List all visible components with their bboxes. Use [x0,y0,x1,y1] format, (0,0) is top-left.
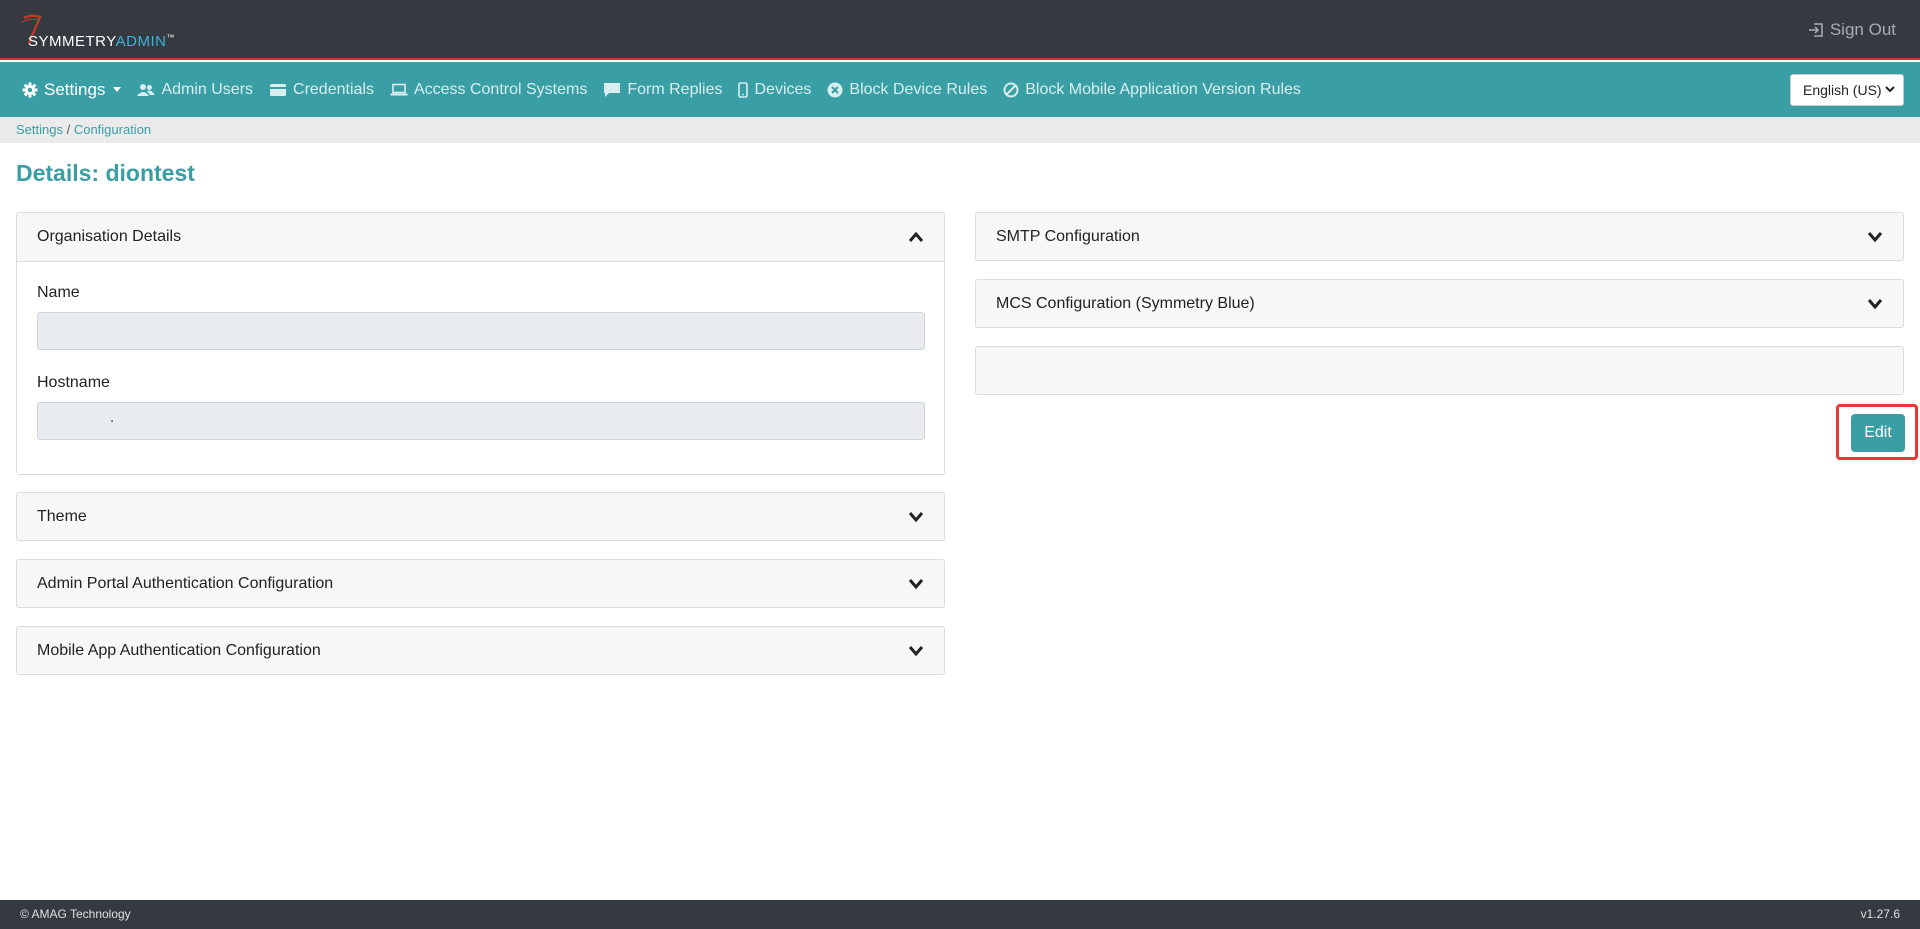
organisation-details-panel: Organisation Details Name Hostname . [16,212,945,475]
admin-auth-panel: Admin Portal Authentication Configuratio… [16,559,945,608]
page-title: Details: diontest [16,160,195,186]
smtp-title: SMTP Configuration [996,228,1140,245]
chevron-down-icon [1885,86,1895,93]
gear-icon [22,82,38,97]
logo-text: SYMMETRYADMIN™ [28,33,175,50]
nav-admin-users-label: Admin Users [161,80,254,98]
sign-out-link[interactable]: Sign Out [1808,20,1896,40]
edit-button[interactable]: Edit [1851,414,1905,452]
card-icon [270,83,287,96]
admin-auth-title: Admin Portal Authentication Configuratio… [37,575,334,592]
breadcrumb-separator: / [62,122,74,137]
theme-title: Theme [37,508,87,525]
ban-icon [1003,82,1019,97]
nav-block-mobile-app-version-rules[interactable]: Block Mobile Application Version Rules [1003,81,1301,99]
comment-icon [604,82,621,97]
logo-primary: SYMMETRY [28,33,116,50]
nav-form-replies[interactable]: Form Replies [603,81,722,99]
theme-header[interactable]: Theme [17,493,944,541]
blank-panel-header[interactable] [976,347,1903,395]
smtp-header[interactable]: SMTP Configuration [976,213,1903,261]
sign-out-label: Sign Out [1829,20,1896,39]
nav-access-control-systems-label: Access Control Systems [413,80,588,98]
organisation-details-header[interactable]: Organisation Details [17,213,944,261]
blank-panel [975,346,1904,395]
mobile-auth-title: Mobile App Authentication Configuration [37,642,321,659]
chevron-down-icon [1867,232,1883,243]
smtp-panel: SMTP Configuration [975,212,1904,261]
theme-panel: Theme [16,492,945,541]
laptop-icon [390,83,408,95]
footer: © AMAG Technology v1.27.6 [0,900,1920,929]
footer-copyright: © AMAG Technology [20,907,131,921]
times-circle-icon [827,82,843,97]
admin-auth-header[interactable]: Admin Portal Authentication Configuratio… [17,560,944,608]
organisation-details-body: Name Hostname . [17,261,944,474]
footer-version: v1.27.6 [1860,907,1900,921]
chevron-up-icon [908,231,924,242]
breadcrumb: Settings / Configuration [0,117,1920,143]
nav-block-device-rules[interactable]: Block Device Rules [827,81,987,99]
name-input [37,312,925,350]
nav-access-control-systems[interactable]: Access Control Systems [390,81,587,99]
nav-settings-label: Settings [44,79,106,99]
hostname-input: . [37,402,925,440]
nav-devices[interactable]: Devices [738,81,811,99]
main-navigation: Settings Admin Users Credentials Access … [0,62,1920,117]
nav-block-mobile-app-version-rules-label: Block Mobile Application Version Rules [1025,80,1301,98]
mobile-auth-header[interactable]: Mobile App Authentication Configuration [17,627,944,675]
breadcrumb-settings[interactable]: Settings [16,122,63,137]
hostname-value: . [110,409,115,426]
chevron-down-icon [1867,299,1883,310]
language-select[interactable]: English (US) [1790,74,1904,106]
language-select-value: English (US) [1803,82,1882,98]
sign-out-icon [1808,23,1823,37]
mcs-header[interactable]: MCS Configuration (Symmetry Blue) [976,280,1903,328]
top-bar: SYMMETRYADMIN™ Sign Out [0,0,1920,60]
mcs-title: MCS Configuration (Symmetry Blue) [996,295,1255,312]
nav-form-replies-label: Form Replies [627,80,723,98]
users-icon [137,83,156,96]
nav-admin-users[interactable]: Admin Users [137,81,253,99]
hostname-label: Hostname [37,374,110,391]
nav-devices-label: Devices [754,80,812,98]
organisation-details-title: Organisation Details [37,228,182,245]
nav-credentials-label: Credentials [293,80,374,98]
mcs-panel: MCS Configuration (Symmetry Blue) [975,279,1904,328]
name-label: Name [37,284,80,301]
chevron-down-icon [908,579,924,590]
chevron-down-icon [908,646,924,657]
logo-tm: ™ [166,33,175,42]
chevron-down-icon [113,87,122,92]
logo[interactable]: SYMMETRYADMIN™ [20,14,175,50]
mobile-auth-panel: Mobile App Authentication Configuration [16,626,945,675]
nav-settings[interactable]: Settings [22,79,122,100]
nav-block-device-rules-label: Block Device Rules [849,80,988,98]
nav-credentials[interactable]: Credentials [269,81,374,99]
logo-secondary: ADMIN [115,33,167,50]
breadcrumb-configuration[interactable]: Configuration [74,122,151,137]
mobile-icon [738,81,749,98]
chevron-down-icon [908,512,924,523]
